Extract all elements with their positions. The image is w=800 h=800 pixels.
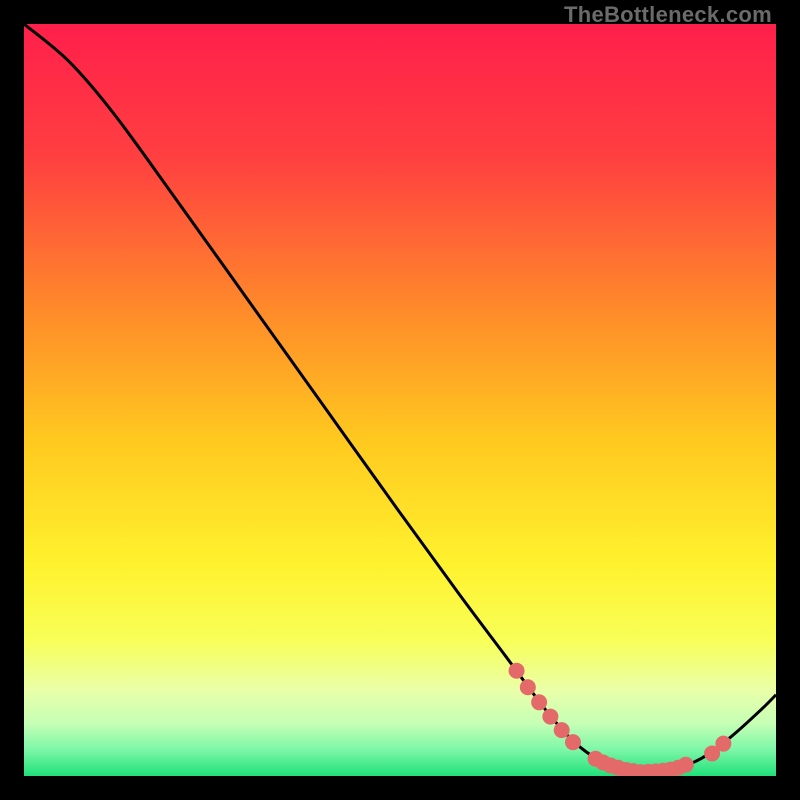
bottleneck-chart [24,24,776,776]
data-marker [531,694,547,710]
chart-frame [24,24,776,776]
data-marker [509,663,525,679]
watermark-text: TheBottleneck.com [564,2,772,28]
data-marker [520,679,536,695]
data-marker [715,736,731,752]
data-marker [554,722,570,738]
gradient-background [24,24,776,776]
data-marker [542,709,558,725]
data-marker [678,757,694,773]
data-marker [565,734,581,750]
